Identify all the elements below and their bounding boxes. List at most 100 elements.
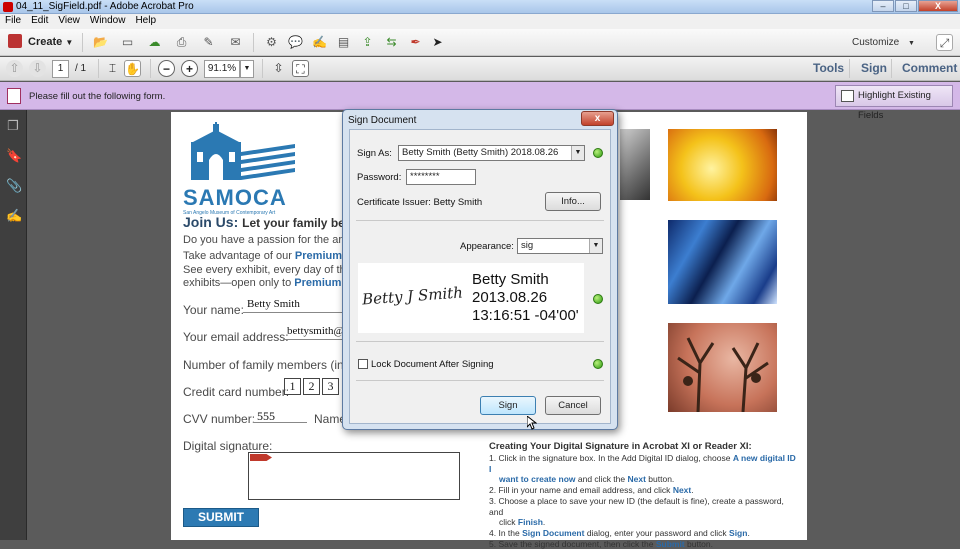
chevron-down-icon: ▼	[571, 146, 584, 160]
menu-help[interactable]: Help	[130, 14, 161, 26]
next-page-icon[interactable]: ⇩	[29, 60, 46, 77]
help-title: Creating Your Digital Signature in Acrob…	[489, 441, 752, 452]
intro-line-4: exhibits—open only to Premium F	[183, 277, 352, 289]
tools-pane-link[interactable]: Tools	[813, 61, 844, 75]
valid-check-icon	[593, 148, 603, 158]
lock-document-label: Lock Document After Signing	[371, 359, 494, 370]
fit-width-icon[interactable]: ⛶	[292, 60, 309, 77]
toolbar-divider	[262, 59, 263, 78]
signatures-icon[interactable]: ✍	[6, 208, 22, 224]
email-underline	[283, 339, 343, 340]
cvv-underline	[253, 422, 307, 423]
help-step: 1. Click in the signature box. In the Ad…	[489, 453, 796, 474]
bookmarks-icon[interactable]: 🔖	[6, 148, 22, 164]
divider	[356, 341, 604, 342]
zoom-level-input[interactable]: 91.1%	[204, 60, 240, 78]
previous-page-icon[interactable]: ⇧	[6, 60, 23, 77]
help-steps: 1. Click in the signature box. In the Ad…	[489, 453, 799, 549]
hand-tool-icon[interactable]: ✋	[124, 60, 141, 77]
cc-digit-field[interactable]: 2	[303, 378, 320, 395]
digital-signature-label: Digital signature:	[183, 439, 273, 453]
valid-check-icon	[593, 294, 603, 304]
handwritten-signature: Betty J Smith	[361, 283, 464, 309]
comment-bubble-icon[interactable]: 💬	[287, 34, 304, 51]
email-icon[interactable]: ✉	[227, 34, 244, 51]
sign-pane-link[interactable]: Sign	[861, 61, 887, 75]
settings-gear-icon[interactable]: ⚙	[263, 34, 280, 51]
intro-line-3: See every exhibit, every day of the ye	[183, 264, 367, 276]
select-cursor-icon[interactable]: ⌶	[104, 60, 121, 77]
divider	[356, 220, 604, 221]
open-folder-icon[interactable]: 📂	[92, 34, 109, 51]
tree-painting-image	[668, 323, 777, 413]
close-window-button[interactable]: X	[918, 0, 958, 12]
yellow-painting-image	[668, 129, 777, 201]
sticky-note-icon[interactable]: ✍	[311, 34, 328, 51]
pointer-icon[interactable]: ➤	[429, 34, 446, 51]
print-icon[interactable]: ⎙	[173, 34, 190, 51]
zoom-dropdown-icon[interactable]: ▼	[240, 60, 254, 78]
share-icon[interactable]: ⇆	[383, 34, 400, 51]
menu-edit[interactable]: Edit	[26, 14, 53, 26]
zoom-in-icon[interactable]: +	[181, 60, 198, 77]
page-thumbnails-icon[interactable]: ❐	[6, 118, 20, 134]
menu-view[interactable]: View	[53, 14, 85, 26]
cc-digit-field[interactable]: 1	[284, 378, 301, 395]
expand-icon[interactable]: ⤢	[936, 34, 953, 51]
edit-icon[interactable]: ✎	[200, 34, 217, 51]
name-field[interactable]: Betty Smith	[247, 298, 300, 310]
maximize-button[interactable]: □	[895, 0, 917, 12]
chevron-down-icon: ▼	[65, 38, 74, 47]
divider	[356, 380, 604, 381]
comment-pane-link[interactable]: Comment	[902, 61, 957, 75]
family-members-label: Number of family members (inc	[183, 358, 350, 372]
password-input[interactable]: ********	[406, 169, 476, 185]
mouse-cursor-icon	[526, 414, 538, 430]
create-pdf-icon	[8, 34, 22, 48]
fit-page-icon[interactable]: ⇳	[270, 60, 287, 77]
sign-button[interactable]: Sign	[480, 396, 536, 415]
appearance-select[interactable]: sig ▼	[517, 238, 603, 254]
zoom-out-icon[interactable]: −	[158, 60, 175, 77]
dialog-body: Sign As: Betty Smith (Betty Smith) 2018.…	[349, 129, 611, 424]
credit-card-label: Credit card number:	[183, 385, 290, 399]
signature-field[interactable]	[248, 452, 460, 500]
sign-as-select[interactable]: Betty Smith (Betty Smith) 2018.08.26 ▼	[398, 145, 585, 161]
chevron-down-icon: ▼	[589, 239, 602, 253]
submit-button[interactable]: SUBMIT	[183, 508, 259, 527]
dialog-title: Sign Document	[348, 115, 417, 126]
help-step: 5. Save the signed document, then click …	[489, 538, 713, 549]
toolbar-divider	[849, 59, 850, 78]
page-total: / 1	[75, 63, 87, 74]
sign-doc-icon[interactable]: ✒	[407, 34, 424, 51]
menu-file[interactable]: File	[0, 14, 26, 26]
signature-preview: Betty J Smith Betty Smith 2013.08.26 13:…	[358, 263, 584, 333]
create-button[interactable]: Create ▼	[8, 34, 73, 51]
highlight-fields-button[interactable]: Highlight Existing Fields	[835, 85, 953, 121]
toolbar-divider	[98, 59, 99, 78]
cvv-label: CVV number:	[183, 412, 256, 426]
password-label: Password:	[357, 172, 402, 183]
intro-line-2: Take advantage of our Premium Fa	[183, 250, 358, 262]
menu-window[interactable]: Window	[85, 14, 131, 26]
dialog-close-button[interactable]: x	[581, 111, 614, 126]
lock-document-checkbox[interactable]	[358, 359, 368, 369]
samoca-logo: SAMOCA San Angelo Museum of Contemporary…	[183, 122, 303, 216]
minimize-button[interactable]: –	[872, 0, 894, 12]
attachments-icon[interactable]: 📎	[6, 178, 22, 194]
name-label: Your name:	[183, 303, 244, 317]
sign-document-dialog: Sign Document x Sign As: Betty Smith (Be…	[342, 109, 618, 430]
cloud-upload-icon[interactable]: ☁	[146, 34, 163, 51]
info-button[interactable]: Info...	[545, 192, 601, 211]
logo-text: SAMOCA	[183, 185, 287, 210]
menu-bar: File Edit View Window Help	[0, 14, 960, 29]
cc-digit-field[interactable]: 3	[322, 378, 339, 395]
export-icon[interactable]: ⇪	[359, 34, 376, 51]
save-icon[interactable]: ▭	[119, 34, 136, 51]
tree-icon	[677, 337, 769, 413]
document-icon[interactable]: ▤	[335, 34, 352, 51]
cancel-button[interactable]: Cancel	[545, 396, 601, 415]
signature-flag-icon	[250, 454, 272, 461]
page-number-input[interactable]: 1	[52, 60, 69, 78]
customize-dropdown[interactable]: Customize ▼	[852, 37, 915, 48]
